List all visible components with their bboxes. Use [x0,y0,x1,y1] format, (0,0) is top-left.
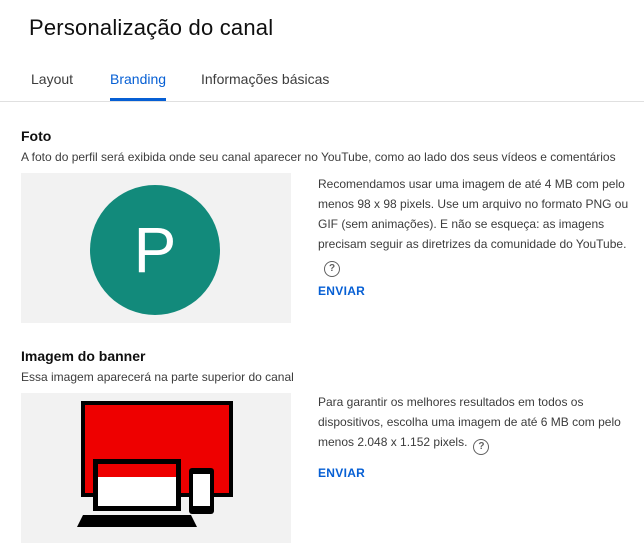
page-title: Personalização do canal [29,15,274,40]
photo-info-body: Recomendamos usar uma imagem de até 4 MB… [318,177,629,251]
tab-branding[interactable]: Branding [110,58,167,101]
avatar: P [90,185,220,315]
photo-section-description: A foto do perfil será exibida onde seu c… [21,150,616,164]
tabs-divider [0,101,644,102]
devices-illustration [77,401,233,527]
tab-label: Layout [31,71,74,87]
banner-upload-button[interactable]: ENVIAR [318,466,365,480]
photo-upload-button[interactable]: ENVIAR [318,284,365,298]
tab-label: Branding [110,71,167,87]
profile-photo-preview: P [21,173,291,323]
tab-basic-info[interactable]: Informações básicas [201,58,329,100]
tab-layout[interactable]: Layout [31,58,73,100]
tab-label: Informações básicas [201,71,330,87]
banner-section-description: Essa imagem aparecerá na parte superior … [21,370,294,384]
banner-section-title: Imagem do banner [21,348,146,364]
banner-info-body: Para garantir os melhores resultados em … [318,395,621,449]
help-icon[interactable]: ? [473,439,490,455]
banner-info-text: Para garantir os melhores resultados em … [318,392,630,455]
photo-info-text: Recomendamos usar uma imagem de até 4 MB… [318,174,630,277]
photo-section-title: Foto [21,128,52,144]
banner-preview [21,393,291,543]
tab-bar: Layout Branding Informações básicas [0,58,644,102]
help-icon[interactable]: ? [324,261,340,277]
